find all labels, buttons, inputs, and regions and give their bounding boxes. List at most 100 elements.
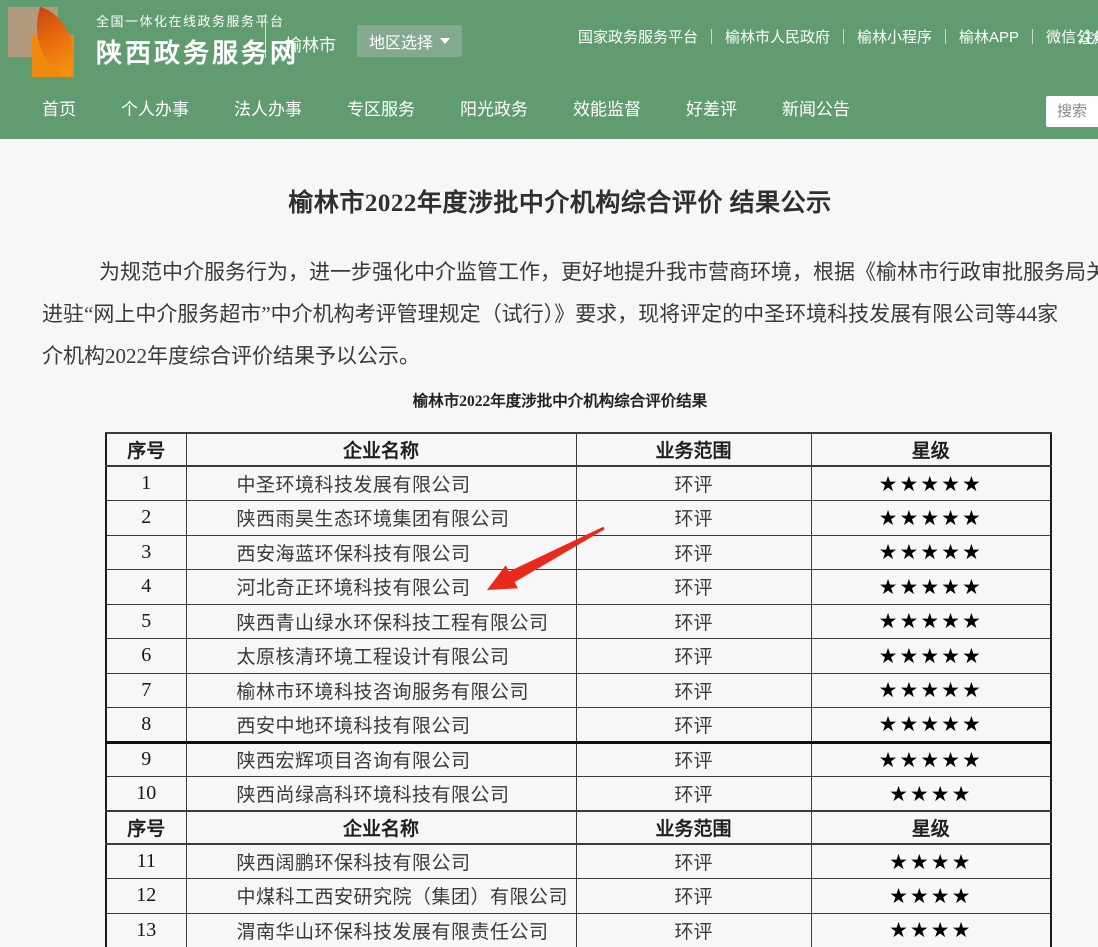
paragraph-line: 为规范中介服务行为，进一步强化中介监管工作，更好地提升我市营商环境，根据《榆林市…: [42, 251, 1098, 293]
quick-link[interactable]: 榆林APP: [946, 26, 1032, 47]
platform-label: 全国一体化在线政务服务平台: [96, 11, 299, 30]
site-name: 陕西政务服务网: [96, 33, 299, 70]
column-header: 业务范围: [576, 433, 811, 466]
star-rating-cell: ★★★★★: [811, 708, 1051, 743]
paragraph-line: 进驻“网上中介服务超市”中介机构考评管理规定（试行）》要求，现将评定的中圣环境科…: [42, 293, 1098, 335]
site-brand: 全国一体化在线政务服务平台 陕西政务服务网: [96, 11, 299, 70]
star-rating-cell: ★★★★: [811, 777, 1051, 812]
site-logo[interactable]: [8, 5, 88, 75]
evaluation-table-body: 序号企业名称业务范围星级1中圣环境科技发展有限公司环评★★★★★2陕西雨昊生态环…: [106, 433, 1051, 947]
company-name-cell: 榆林市环境科技咨询服务有限公司: [186, 673, 576, 708]
table-row: 3西安海蓝环保科技有限公司环评★★★★★: [106, 535, 1051, 570]
nav-item[interactable]: 专区服务: [347, 95, 415, 120]
company-name-cell: 河北奇正环境科技有限公司: [186, 570, 576, 605]
business-scope-cell: 环评: [576, 535, 811, 570]
star-rating-cell: ★★★★★: [811, 466, 1051, 501]
column-header: 业务范围: [576, 811, 811, 844]
star-rating-cell: ★★★★★: [811, 570, 1051, 605]
business-scope-cell: 环评: [576, 570, 811, 605]
table-row: 9陕西宏辉项目咨询有限公司环评★★★★★: [106, 742, 1051, 777]
row-number-cell: 12: [106, 879, 186, 914]
table-row: 12中煤科工西安研究院（集团）有限公司环评★★★★: [106, 879, 1051, 914]
row-number-cell: 10: [106, 777, 186, 812]
row-number-cell: 6: [106, 639, 186, 674]
star-rating-cell: ★★★★: [811, 879, 1051, 914]
table-row: 10陕西尚绿高科环境科技有限公司环评★★★★: [106, 777, 1051, 812]
company-name-cell: 中圣环境科技发展有限公司: [186, 466, 576, 501]
company-name-cell: 中煤科工西安研究院（集团）有限公司: [186, 879, 576, 914]
table-row: 8西安中地环境科技有限公司环评★★★★★: [106, 708, 1051, 743]
table-header-row: 序号企业名称业务范围星级: [106, 811, 1051, 844]
star-rating-cell: ★★★★★: [811, 673, 1051, 708]
company-name-cell: 陕西宏辉项目咨询有限公司: [186, 742, 576, 777]
company-name-cell: 西安海蓝环保科技有限公司: [186, 535, 576, 570]
business-scope-cell: 环评: [576, 639, 811, 674]
column-header: 星级: [811, 433, 1051, 466]
table-caption: 榆林市2022年度涉批中介机构综合评价结果: [0, 389, 1098, 411]
business-scope-cell: 环评: [576, 604, 811, 639]
row-number-cell: 11: [106, 844, 186, 879]
nav-item[interactable]: 首页: [42, 95, 76, 120]
company-name-cell: 陕西青山绿水环保科技工程有限公司: [186, 604, 576, 639]
star-rating-cell: ★★★★★: [811, 535, 1051, 570]
business-scope-cell: 环评: [576, 708, 811, 743]
row-number-cell: 5: [106, 604, 186, 639]
star-rating-cell: ★★★★★: [811, 604, 1051, 639]
table-header-row: 序号企业名称业务范围星级: [106, 433, 1051, 466]
region-select-button[interactable]: 地区选择: [357, 25, 462, 57]
business-scope-cell: 环评: [576, 742, 811, 777]
main-nav: 首页 个人办事 法人办事 专区服务 阳光政务 效能监督 好差评 新闻公告: [42, 75, 850, 139]
nav-item[interactable]: 效能监督: [573, 95, 641, 120]
current-city-label: 榆林市: [285, 31, 336, 56]
announcement-document: 榆林市2022年度涉批中介机构综合评价 结果公示 为规范中介服务行为，进一步强化…: [0, 139, 1098, 947]
company-name-cell: 陕西尚绿高科环境科技有限公司: [186, 777, 576, 812]
business-scope-cell: 环评: [576, 673, 811, 708]
table-row: 5陕西青山绿水环保科技工程有限公司环评★★★★★: [106, 604, 1051, 639]
table-row: 2陕西雨昊生态环境集团有限公司环评★★★★★: [106, 501, 1051, 536]
company-name-cell: 西安中地环境科技有限公司: [186, 708, 576, 743]
nav-item[interactable]: 新闻公告: [782, 95, 850, 120]
star-rating-cell: ★★★★: [811, 913, 1051, 947]
quick-link[interactable]: 榆林市人民政府: [712, 26, 843, 47]
quick-link[interactable]: 榆林小程序: [844, 26, 945, 47]
chevron-down-icon: [440, 38, 450, 44]
site-header: 全国一体化在线政务服务平台 陕西政务服务网 榆林市 地区选择 国家政务服务平台榆…: [0, 0, 1098, 139]
row-number-cell: 1: [106, 466, 186, 501]
row-number-cell: 9: [106, 742, 186, 777]
nav-item[interactable]: 法人办事: [234, 95, 302, 120]
row-number-cell: 2: [106, 501, 186, 536]
company-name-cell: 陕西阔鹏环保科技有限公司: [186, 844, 576, 879]
row-number-cell: 3: [106, 535, 186, 570]
business-scope-cell: 环评: [576, 501, 811, 536]
business-scope-cell: 环评: [576, 913, 811, 947]
row-number-cell: 4: [106, 570, 186, 605]
column-header: 序号: [106, 433, 186, 466]
table-row: 13渭南华山环保科技发展有限责任公司环评★★★★: [106, 913, 1051, 947]
column-header: 企业名称: [186, 433, 576, 466]
region-select-label: 地区选择: [369, 29, 433, 53]
nav-item[interactable]: 个人办事: [121, 95, 189, 120]
paragraph-line: 介机构2022年度综合评价结果予以公示。: [42, 335, 1098, 377]
star-rating-cell: ★★★★★: [811, 501, 1051, 536]
column-header: 序号: [106, 811, 186, 844]
nav-item[interactable]: 阳光政务: [460, 95, 528, 120]
table-row: 1中圣环境科技发展有限公司环评★★★★★: [106, 466, 1051, 501]
brand-divider: [265, 14, 266, 58]
header-quick-links: 国家政务服务平台榆林市人民政府榆林小程序榆林APP微信公众号: [578, 26, 1098, 47]
quick-link[interactable]: 国家政务服务平台: [578, 26, 711, 47]
star-rating-cell: ★★★★: [811, 844, 1051, 879]
row-number-cell: 13: [106, 913, 186, 947]
search-input[interactable]: [1046, 96, 1098, 127]
star-rating-cell: ★★★★★: [811, 742, 1051, 777]
table-row: 6太原核清环境工程设计有限公司环评★★★★★: [106, 639, 1051, 674]
announcement-paragraph: 为规范中介服务行为，进一步强化中介监管工作，更好地提升我市营商环境，根据《榆林市…: [42, 251, 1098, 377]
table-row: 4河北奇正环境科技有限公司环评★★★★★: [106, 570, 1051, 605]
row-number-cell: 7: [106, 673, 186, 708]
company-name-cell: 渭南华山环保科技发展有限责任公司: [186, 913, 576, 947]
column-header: 星级: [811, 811, 1051, 844]
company-name-cell: 陕西雨昊生态环境集团有限公司: [186, 501, 576, 536]
table-row: 7榆林市环境科技咨询服务有限公司环评★★★★★: [106, 673, 1051, 708]
nav-item[interactable]: 好差评: [686, 95, 737, 120]
star-rating-cell: ★★★★★: [811, 639, 1051, 674]
register-link[interactable]: 注册: [1078, 24, 1098, 48]
